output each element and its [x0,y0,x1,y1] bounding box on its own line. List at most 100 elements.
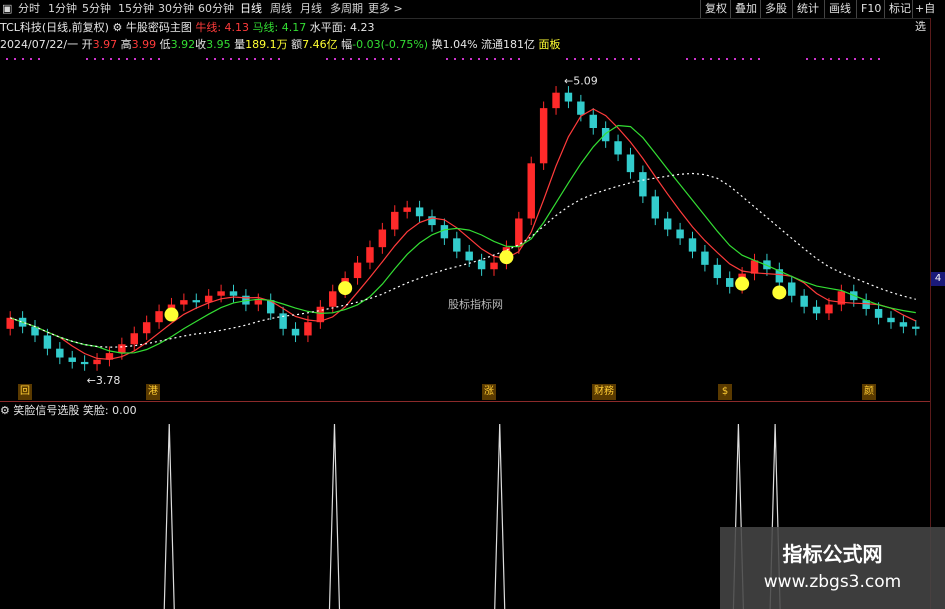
high-value: 3.99 [131,38,157,51]
tab-weekly[interactable]: 周线 [270,1,292,17]
vol-label: 量 [234,38,246,51]
event-marker[interactable]: 回 [18,384,32,400]
candle-body [329,291,337,307]
signal-dot [846,58,848,60]
signal-dot [574,58,576,60]
sub-indicator-name[interactable]: 笑脸信号选股 [13,404,79,417]
signal-dot [758,58,760,60]
btn-duogu[interactable]: 多股 [760,0,791,18]
ma-label: 马线: [252,21,279,34]
event-marker[interactable]: 财務 [592,384,616,400]
btn-zixuan[interactable]: +自选 [912,0,945,33]
candle-body [552,92,560,109]
signal-dot [502,58,504,60]
event-marker[interactable]: 颜 [862,384,876,400]
candle-body [626,154,635,173]
candle-body [254,300,263,305]
signal-dot [142,58,144,60]
ma-line [9,124,916,354]
signal-dot [326,58,328,60]
tab-fenshi[interactable]: 分时 [18,1,40,17]
btn-biaoji[interactable]: 标记 [884,0,915,18]
signal-dot [726,58,728,60]
settings-icon[interactable]: ⚙ [0,404,13,417]
candle-body [118,344,126,354]
tab-60min[interactable]: 60分钟 [198,1,234,17]
candle-body [887,317,895,323]
candle-body [378,229,387,248]
candle-body [713,264,722,279]
level-line [9,172,916,348]
low-label: 低 [159,38,171,51]
tab-daily[interactable]: 日线 [240,1,262,17]
pane-divider[interactable] [0,401,930,402]
smile-icon [164,307,179,322]
quote-date: 2024/07/22/一 [0,38,79,51]
tab-more[interactable]: 更多 > [368,1,403,17]
sub-indicator-header: ⚙ 笑脸信号选股 笑脸: 0.00 [0,403,137,419]
signal-dot [382,58,384,60]
btn-diejia[interactable]: 叠加 [730,0,761,18]
btn-f10[interactable]: F10 [856,0,885,18]
candle-body [403,207,411,212]
candle-body [142,322,151,334]
signal-dot [742,58,744,60]
tab-1min[interactable]: 1分钟 [48,1,77,17]
signal-dot [398,58,400,60]
signal-dot [566,58,568,60]
chg-label: 幅 [341,38,353,51]
tab-multi[interactable]: 多周期 [330,1,363,17]
candle-body [291,328,300,336]
signal-dot [150,58,152,60]
tab-30min[interactable]: 30分钟 [158,1,194,17]
close-value: 3.95 [206,38,231,51]
event-marker[interactable]: 涨 [482,384,496,400]
candle-body [391,211,399,230]
indicator-name[interactable]: 牛股密码主图 [126,21,192,34]
btn-fuquan[interactable]: 复权 [700,0,731,18]
event-marker[interactable]: $ [718,384,732,400]
btn-tongji[interactable]: 统计 [792,0,823,18]
signal-dot [830,58,832,60]
signal-dot [614,58,616,60]
candle-body [229,291,238,296]
candlestick-chart[interactable]: ←5.09 ←3.78 [0,56,930,401]
panel-link[interactable]: 面板 [539,38,561,51]
smile-icon [772,285,787,300]
signal-dot [518,58,520,60]
candle-body [527,163,535,219]
signal-spike [328,423,341,609]
settings-icon[interactable]: ⚙ [112,21,125,34]
indicator-header: TCL科技(日线,前复权) ⚙ 牛股密码主图 牛线: 4.13 马线: 4.17… [0,20,374,36]
signal-dot [158,58,160,60]
signal-dot [630,58,632,60]
signal-dot [278,58,280,60]
tab-5min[interactable]: 5分钟 [82,1,111,17]
candle-body [601,128,610,142]
candle-body [415,207,424,217]
candle-body [192,300,201,303]
candle-body [874,308,883,318]
signal-dot [230,58,232,60]
signal-dot [246,58,248,60]
candle-body [725,278,734,287]
tab-monthly[interactable]: 月线 [300,1,322,17]
candle-body [812,306,821,314]
btn-huaxian[interactable]: 画线 [824,0,855,18]
float-label: 流通 [481,38,504,51]
signal-dot [598,58,600,60]
signal-dot [590,58,592,60]
signal-dot [446,58,448,60]
candle-body [130,333,138,345]
back-icon[interactable]: ▣ [2,1,12,17]
signal-dot [710,58,712,60]
price-axis[interactable] [930,18,945,609]
event-marker[interactable]: 港 [146,384,160,400]
signal-dot [374,58,376,60]
high-label: 高 [120,38,132,51]
signal-dot [470,58,472,60]
candle-body [366,247,374,263]
tab-15min[interactable]: 15分钟 [118,1,154,17]
candle-body [155,311,163,323]
signal-dot [270,58,272,60]
